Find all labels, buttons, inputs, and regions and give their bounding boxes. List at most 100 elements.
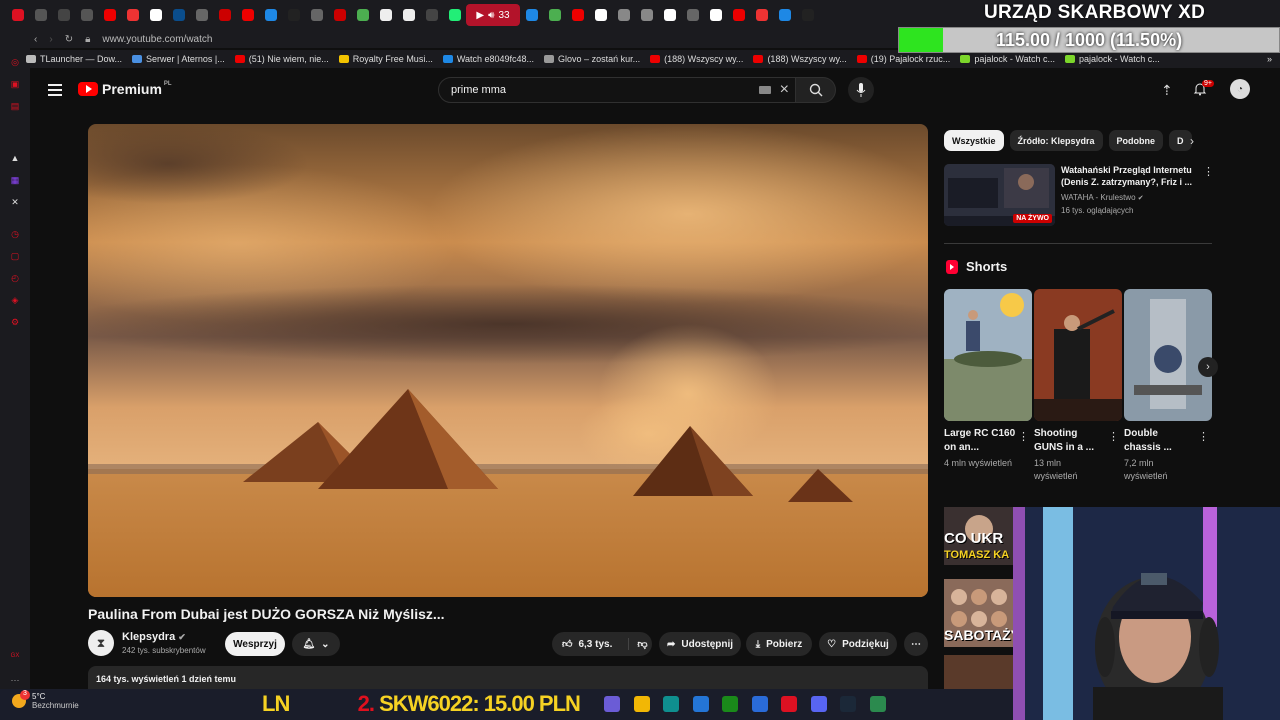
recommended-channel[interactable]: WATAHA - Krulestwo ✔ xyxy=(1061,193,1144,202)
browser-tab[interactable] xyxy=(374,4,397,26)
browser-tab[interactable] xyxy=(75,4,98,26)
browser-tab[interactable] xyxy=(305,4,328,26)
filter-chip[interactable]: Wszystkie xyxy=(944,130,1004,151)
like-count[interactable]: 6,3 tys. xyxy=(578,639,612,650)
browser-tab[interactable] xyxy=(282,4,305,26)
browser-tab[interactable] xyxy=(543,4,566,26)
short-title[interactable]: Large RC C160 on an... xyxy=(944,427,1016,455)
support-button[interactable]: Wesprzyj xyxy=(225,632,285,656)
copilot-icon[interactable] xyxy=(604,696,620,712)
steam-icon[interactable] xyxy=(840,696,856,712)
browser-tab[interactable] xyxy=(704,4,727,26)
browser-tab[interactable] xyxy=(213,4,236,26)
folder-icon[interactable] xyxy=(633,696,650,712)
messenger-icon[interactable]: ◎ xyxy=(9,56,21,68)
browser-tab[interactable] xyxy=(6,4,29,26)
forward-icon[interactable]: › xyxy=(49,34,52,45)
back-icon[interactable]: ‹ xyxy=(34,34,37,45)
bookmark-item[interactable]: Glovo – zostań kur... xyxy=(544,54,640,64)
reload-icon[interactable]: ↻ xyxy=(65,34,73,45)
short-menu-icon[interactable]: ⋮ xyxy=(1198,430,1209,443)
paint-icon[interactable] xyxy=(751,696,768,712)
opera-icon[interactable] xyxy=(781,696,797,712)
short-menu-icon[interactable]: ⋮ xyxy=(1018,430,1029,443)
history-icon[interactable]: ◷ xyxy=(9,228,21,240)
browser-tab[interactable] xyxy=(520,4,543,26)
browser-tab[interactable] xyxy=(29,4,52,26)
browser-tab[interactable] xyxy=(750,4,773,26)
recommended-thumbnail[interactable]: NA ŻYWO xyxy=(944,164,1055,226)
discord-icon[interactable] xyxy=(810,696,827,712)
browser-tab[interactable] xyxy=(658,4,681,26)
shorts-next-button[interactable]: › xyxy=(1198,357,1218,377)
share-button[interactable]: ➦ Udostępnij xyxy=(659,632,741,656)
ai-icon[interactable]: ▲ xyxy=(9,152,21,164)
browser-tab[interactable] xyxy=(328,4,351,26)
bookmarks-overflow-icon[interactable]: » xyxy=(1267,54,1272,64)
browser-tab[interactable] xyxy=(727,4,750,26)
recommended-thumbnail-lower[interactable]: CO UKR TOMASZ KA SABOTAŻY xyxy=(944,507,1014,690)
browser-tab[interactable] xyxy=(681,4,704,26)
search-button[interactable] xyxy=(796,77,836,103)
edge-icon[interactable] xyxy=(663,696,679,712)
filter-chip[interactable]: D xyxy=(1169,130,1192,151)
clock-icon[interactable]: ◴ xyxy=(9,272,21,284)
bookmark-item[interactable]: pajalock - Watch c... xyxy=(960,54,1055,64)
browser-tab[interactable] xyxy=(773,4,796,26)
gx-icon[interactable]: GX xyxy=(9,650,21,662)
browser-tab[interactable] xyxy=(635,4,658,26)
browser-tab[interactable] xyxy=(236,4,259,26)
bookmark-item[interactable]: Serwer | Aternos |... xyxy=(132,54,225,64)
more-icon[interactable]: ⋯ xyxy=(9,674,21,686)
bookmark-item[interactable]: Royalty Free Musi... xyxy=(338,54,433,64)
search-input[interactable]: prime mma × xyxy=(438,77,796,103)
browser-tab[interactable] xyxy=(121,4,144,26)
browser-tab[interactable] xyxy=(52,4,75,26)
clear-search-icon[interactable]: × xyxy=(780,81,789,99)
chat-icon[interactable]: ▣ xyxy=(9,78,21,90)
short-thumbnail[interactable] xyxy=(944,289,1032,421)
dislike-icon[interactable]: 👎︎ xyxy=(628,638,648,650)
xbox-icon[interactable] xyxy=(722,696,738,712)
bookmark-item[interactable]: (188) Wszyscy wy... xyxy=(753,54,847,64)
extension-icon[interactable]: ◈ xyxy=(9,294,21,306)
weather-widget[interactable]: 3 5°C Bezchmurnie xyxy=(12,690,79,710)
browser-tab[interactable] xyxy=(144,4,167,26)
music-icon[interactable]: ▤ xyxy=(9,100,21,112)
bookmark-item[interactable]: Watch e8049fc48... xyxy=(442,54,534,64)
bookmark-item[interactable]: TLauncher — Dow... xyxy=(26,54,122,64)
upload-icon[interactable]: ⇡ xyxy=(1161,82,1173,99)
browser-tab[interactable] xyxy=(167,4,190,26)
notify-button[interactable]: 🔔︎ ⌄ xyxy=(292,632,340,656)
short-thumbnail[interactable] xyxy=(1034,289,1122,421)
thanks-button[interactable]: ♡ Podziękuj xyxy=(819,632,897,656)
browser-tab[interactable] xyxy=(98,4,121,26)
bookmark-item[interactable]: (51) Nie wiem, nie... xyxy=(234,54,329,64)
browser-tab[interactable] xyxy=(259,4,282,26)
voice-search-button[interactable] xyxy=(848,77,874,103)
browser-tab[interactable] xyxy=(397,4,420,26)
browser-tab[interactable] xyxy=(566,4,589,26)
settings-icon[interactable]: ⚙ xyxy=(9,316,21,328)
channel-name[interactable]: Klepsydra ✔ xyxy=(122,631,186,643)
bookmark-item[interactable]: (19) Pajalock rzuc... xyxy=(856,54,950,64)
active-tab[interactable]: ▶ 🔊︎ 33 xyxy=(466,4,520,26)
short-menu-icon[interactable]: ⋮ xyxy=(1108,430,1119,443)
short-title[interactable]: Double chassis ... xyxy=(1124,427,1196,455)
browser-tab[interactable] xyxy=(796,4,819,26)
browser-tab[interactable] xyxy=(190,4,213,26)
browser-tab[interactable] xyxy=(351,4,374,26)
keyboard-icon[interactable] xyxy=(759,86,771,94)
recommended-title[interactable]: Watahański Przegląd Internetu (Denis Z. … xyxy=(1061,164,1209,188)
x-icon[interactable]: ✕ xyxy=(9,196,21,208)
youtube-logo[interactable]: Premium PL xyxy=(78,81,172,97)
url-text[interactable]: www.youtube.com/watch xyxy=(102,34,212,45)
more-actions-button[interactable]: ⋯ xyxy=(904,632,928,656)
cube-icon[interactable]: ▢ xyxy=(9,250,21,262)
browser-tab[interactable] xyxy=(443,4,466,26)
browser-tab[interactable] xyxy=(612,4,635,26)
filter-chip[interactable]: Źródło: Klepsydra xyxy=(1009,130,1103,151)
browser-tab[interactable] xyxy=(589,4,612,26)
account-avatar[interactable]: ◔ xyxy=(1230,79,1250,99)
video-player[interactable] xyxy=(88,124,928,597)
